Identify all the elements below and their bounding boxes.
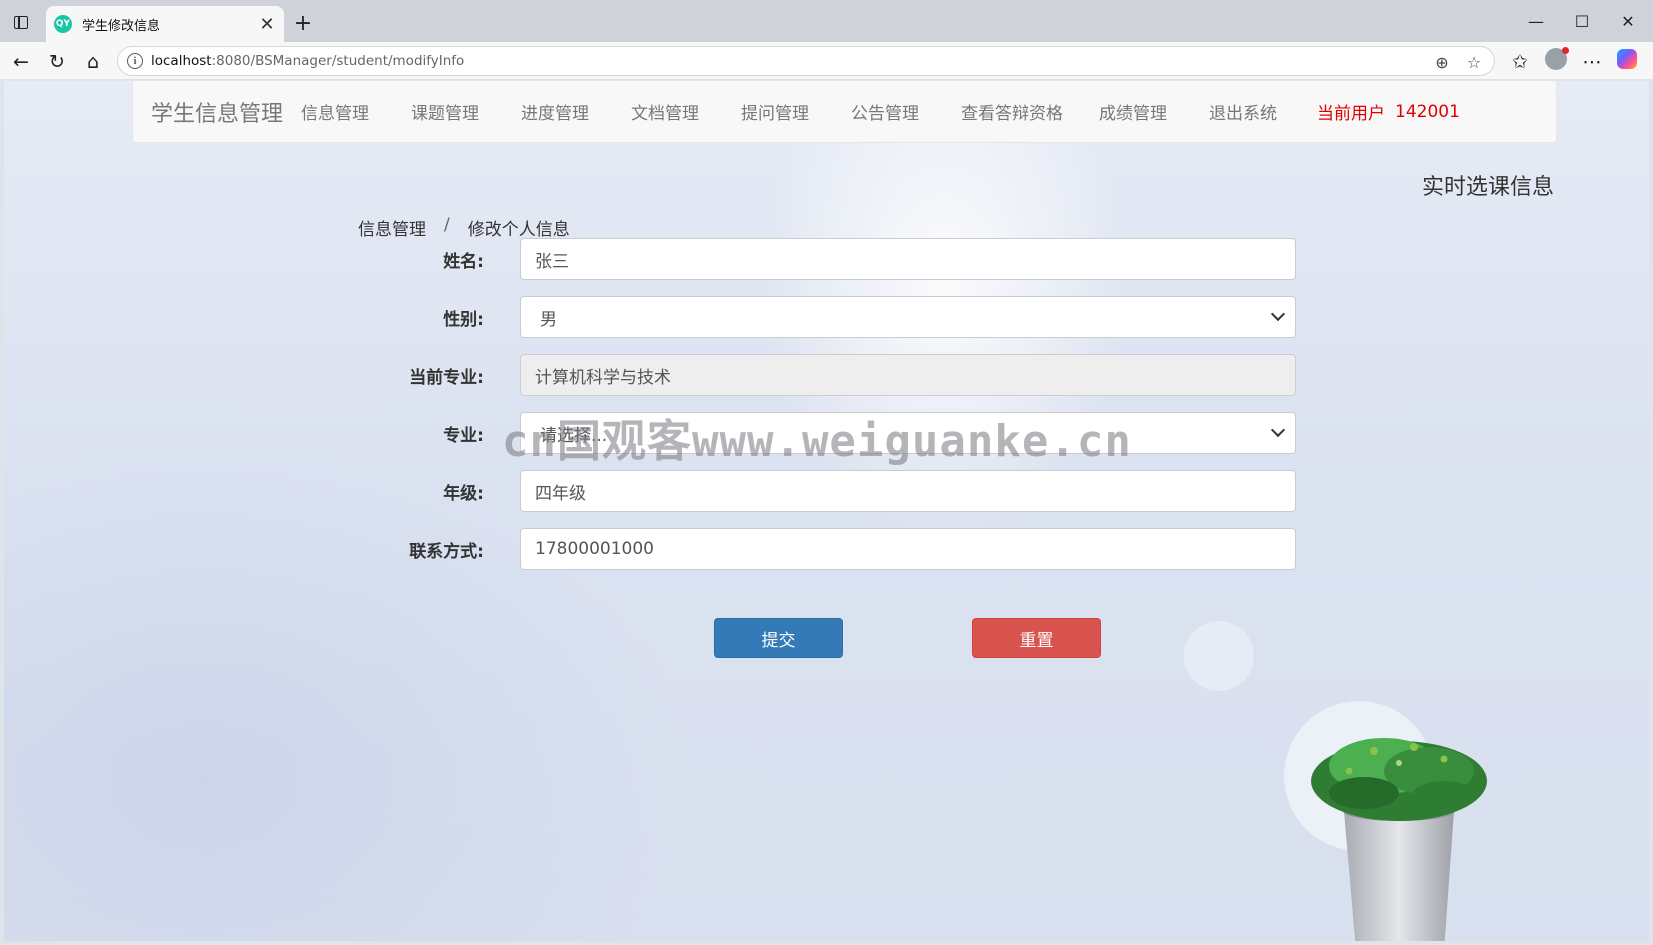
contact-input[interactable]: 17800001000 xyxy=(520,528,1296,570)
reset-button[interactable]: 重置 xyxy=(972,618,1101,658)
form-row-current-major: 当前专业: 计算机科学与技术 xyxy=(354,354,1304,396)
favorites-icon[interactable]: ✩ xyxy=(1505,47,1535,77)
site-watermark: cn国观客www.weiguanke.cn xyxy=(502,416,1132,467)
nav-item-progress[interactable]: 进度管理 xyxy=(521,99,589,124)
potted-plant-image xyxy=(1311,738,1487,941)
nav-item-info[interactable]: 信息管理 xyxy=(301,99,369,124)
breadcrumb-separator: / xyxy=(444,215,450,235)
chevron-down-icon xyxy=(1270,422,1286,438)
chevron-down-icon xyxy=(1270,306,1286,322)
current-major-label: 当前专业: xyxy=(409,367,484,388)
nav-item-notice[interactable]: 公告管理 xyxy=(851,99,919,124)
copilot-icon[interactable] xyxy=(1617,49,1637,69)
more-options-icon[interactable]: ⋯ xyxy=(1577,47,1607,77)
favicon-icon: QY xyxy=(54,15,72,33)
maximize-button[interactable]: ☐ xyxy=(1559,6,1605,36)
top-navbar: 学生信息管理 信息管理 课题管理 进度管理 文档管理 提问管理 公告管理 查看答… xyxy=(132,81,1557,143)
form-row-grade: 年级: 四年级 xyxy=(354,470,1304,512)
gender-select-value: 男 xyxy=(540,309,557,330)
form-row-name: 姓名: 张三 xyxy=(354,238,1304,280)
url-host: localhost xyxy=(151,53,212,69)
home-button[interactable]: ⌂ xyxy=(78,47,108,77)
nav-item-grade[interactable]: 成绩管理 xyxy=(1099,99,1167,124)
tab-title: 学生修改信息 xyxy=(82,18,161,34)
browser-tab-bar: QY 学生修改信息 ✕ + — ☐ ✕ xyxy=(0,0,1653,42)
site-info-icon[interactable]: i xyxy=(127,53,143,69)
nav-item-question[interactable]: 提问管理 xyxy=(741,99,809,124)
tab-actions-button[interactable] xyxy=(8,10,34,34)
nav-item-topic[interactable]: 课题管理 xyxy=(411,99,479,124)
tab-panel-icon xyxy=(14,15,28,29)
address-bar[interactable]: i localhost :8080/BSManager/student/modi… xyxy=(117,46,1495,76)
current-user-id: 142001 xyxy=(1395,101,1460,122)
background-bokeh xyxy=(1184,621,1254,691)
major-label: 专业: xyxy=(443,425,484,446)
grade-label: 年级: xyxy=(443,483,484,504)
current-major-input: 计算机科学与技术 xyxy=(520,354,1296,396)
current-user-label: 当前用户 xyxy=(1317,104,1386,124)
form-row-gender: 性别: 男 xyxy=(354,296,1304,338)
close-window-button[interactable]: ✕ xyxy=(1605,6,1651,36)
name-input[interactable]: 张三 xyxy=(520,238,1296,280)
navbar-brand[interactable]: 学生信息管理 xyxy=(151,96,283,128)
name-label: 姓名: xyxy=(443,251,484,272)
profile-notification-dot xyxy=(1562,47,1569,54)
submit-button[interactable]: 提交 xyxy=(714,618,843,658)
new-tab-button[interactable]: + xyxy=(290,10,316,36)
breadcrumb: 信息管理 / 修改个人信息 xyxy=(358,215,570,240)
minimize-button[interactable]: — xyxy=(1513,6,1559,36)
nav-item-document[interactable]: 文档管理 xyxy=(631,99,699,124)
form-row-contact: 联系方式: 17800001000 xyxy=(354,528,1304,570)
page-viewport: 学生信息管理 信息管理 课题管理 进度管理 文档管理 提问管理 公告管理 查看答… xyxy=(4,81,1649,941)
side-panel-title: 实时选课信息 xyxy=(1421,175,1554,200)
tab-close-icon[interactable]: ✕ xyxy=(256,13,278,35)
gender-select[interactable]: 男 xyxy=(520,296,1296,338)
nav-item-defense[interactable]: 查看答辩资格 xyxy=(961,99,1063,124)
breadcrumb-current: 修改个人信息 xyxy=(467,220,570,240)
grade-input[interactable]: 四年级 xyxy=(520,470,1296,512)
refresh-button[interactable]: ↻ xyxy=(42,47,72,77)
browser-tab[interactable]: QY 学生修改信息 ✕ xyxy=(46,6,284,42)
nav-item-logout[interactable]: 退出系统 xyxy=(1209,99,1277,124)
contact-label: 联系方式: xyxy=(409,541,484,562)
url-path: :8080/BSManager/student/modifyInfo xyxy=(211,53,465,69)
breadcrumb-parent[interactable]: 信息管理 xyxy=(358,215,426,240)
back-button[interactable]: ← xyxy=(6,47,36,77)
favorite-star-icon[interactable]: ☆ xyxy=(1462,50,1486,74)
browser-toolbar: ← ↻ ⌂ i localhost :8080/BSManager/studen… xyxy=(0,42,1653,80)
gender-label: 性别: xyxy=(443,309,484,330)
zoom-icon[interactable]: ⊕ xyxy=(1430,50,1454,74)
